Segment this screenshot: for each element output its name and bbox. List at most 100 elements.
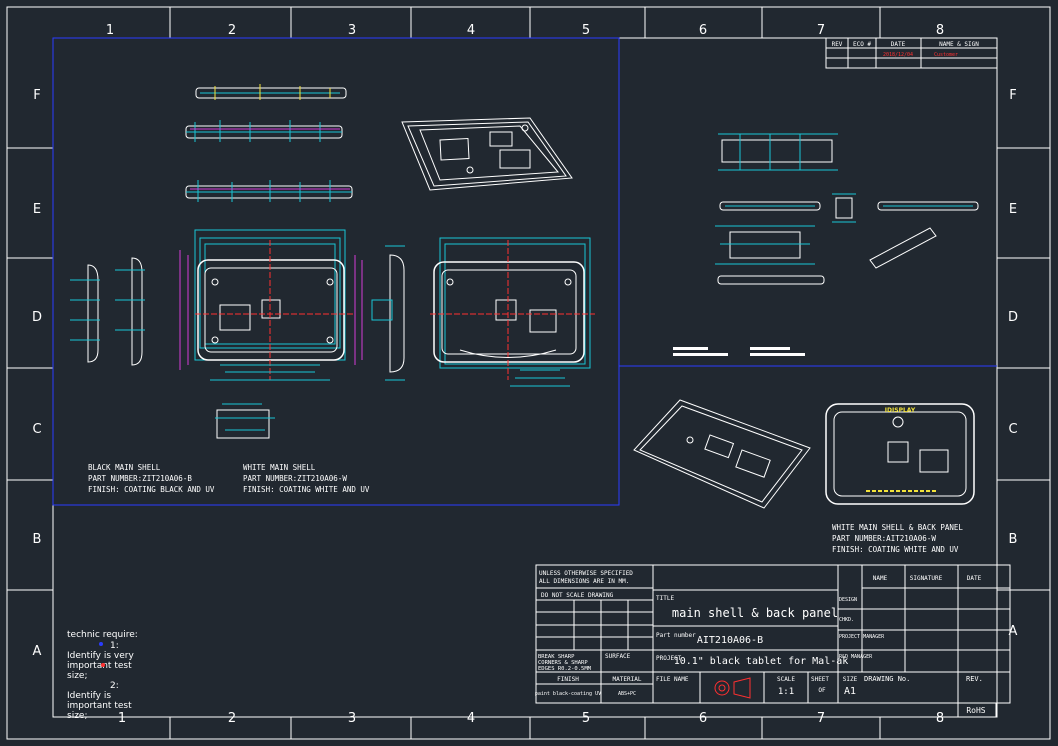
material-value: ABS+PC <box>618 691 636 697</box>
technic-item1-num: 1: <box>110 641 119 651</box>
front-view-main <box>179 229 363 381</box>
material-label: MATERIAL <box>613 676 642 683</box>
sign-row-design: DESIGN <box>839 597 857 603</box>
note-white-back-3: FINISH: COATING WHITE AND UV <box>832 545 959 554</box>
right-detail-edge-2 <box>719 201 821 211</box>
sign-row-rd: R&D MANAGER <box>839 654 873 660</box>
note-black-shell-3: FINISH: COATING BLACK AND UV <box>88 485 215 494</box>
marker-dot-red <box>101 663 105 667</box>
right-detail-rotated <box>869 227 937 269</box>
size-label: SIZE <box>843 676 858 683</box>
side-view-left-1 <box>70 264 100 363</box>
side-view-center <box>371 245 405 381</box>
sign-row-pm: PROJECT MANAGER <box>839 634 885 640</box>
right-blank-labels <box>673 347 805 356</box>
grid-col-bottom-1: 1 <box>118 711 126 726</box>
technic-item1-line2: important test <box>67 661 132 671</box>
tolerance-note-1: UNLESS OTHERWISE SPECIFIED <box>539 570 633 577</box>
outer-border <box>6 6 1051 740</box>
note-white-back-1: WHITE MAIN SHELL & BACK PANEL <box>832 523 963 532</box>
right-detail-small <box>832 193 856 223</box>
note-white-back: WHITE MAIN SHELL & BACK PANEL PART NUMBE… <box>832 523 963 554</box>
grid-row-right-E: E <box>1009 202 1017 217</box>
note-white-shell-2: PART NUMBER:ZIT210A06-W <box>243 474 347 483</box>
edge-view-top-1 <box>195 84 347 100</box>
side-view-left-2 <box>115 257 145 366</box>
grid-col-top-8: 8 <box>936 23 944 38</box>
revision-table: REV ECO # DATE NAME & SIGN 2018/12/04 Cu… <box>825 37 998 69</box>
do-not-scale: DO NOT SCALE DRAWING <box>541 592 614 599</box>
title-label: TITLE <box>656 595 674 602</box>
right-detail-edge-3 <box>877 201 979 211</box>
grid-row-left-E: E <box>33 202 41 217</box>
grid-col-bottom-6: 6 <box>699 711 707 726</box>
grid-row-left-B: B <box>33 532 42 547</box>
grid-row-right-D: D <box>1008 310 1018 325</box>
note-black-shell: BLACK MAIN SHELL PART NUMBER:ZIT210A06-B… <box>88 463 215 494</box>
technic-item2-line1: Identify is <box>67 691 111 701</box>
grid-col-bottom-7: 7 <box>817 711 825 726</box>
technic-item2-line2: important test <box>67 701 132 711</box>
project-value: 10.1" black tablet for Mal-ak <box>674 656 849 667</box>
grid-row-left-D: D <box>32 310 42 325</box>
grid-row-labels: F E D C B A F E D C B A <box>32 88 1018 659</box>
isometric-view-top <box>401 117 573 191</box>
grid-col-top-6: 6 <box>699 23 707 38</box>
back-view-main <box>430 237 595 387</box>
note-white-shell: WHITE MAIN SHELL PART NUMBER:ZIT210A06-W… <box>243 463 370 494</box>
grid-row-left-A: A <box>33 644 42 659</box>
title-value: main shell & back panel <box>672 606 838 620</box>
projection-symbol-icon <box>714 677 751 699</box>
grid-row-right-B: B <box>1009 532 1018 547</box>
detail-view-small <box>215 403 275 439</box>
rev-header-name: NAME & SIGN <box>939 41 979 48</box>
grid-col-top-1: 1 <box>106 23 114 38</box>
note-black-shell-1: BLACK MAIN SHELL <box>88 463 161 472</box>
part-label: Part number <box>656 632 696 639</box>
scale-value: 1:1 <box>778 687 794 697</box>
sign-header-date: DATE <box>967 575 982 582</box>
note-black-shell-2: PART NUMBER:ZIT210A06-B <box>88 474 192 483</box>
grid-row-right-F: F <box>1009 88 1016 103</box>
technic-item2-line3: size; <box>67 711 87 721</box>
grid-col-top-2: 2 <box>228 23 236 38</box>
marker-dot-blue <box>99 642 103 646</box>
rev-header-rev: REV <box>832 41 843 48</box>
file-label: FILE NAME <box>656 676 689 683</box>
scale-label: SCALE <box>777 676 795 683</box>
technic-requirements: technic require: 1: Identify is very imp… <box>67 630 138 721</box>
grid-col-bottom-3: 3 <box>348 711 356 726</box>
rev-header-eco: ECO # <box>853 41 871 48</box>
technic-item1-line3: size; <box>67 671 87 681</box>
title-block: UNLESS OTHERWISE SPECIFIED ALL DIMENSION… <box>535 564 1011 718</box>
grid-row-right-C: C <box>1008 422 1017 437</box>
edge-view-top-2 <box>185 120 343 142</box>
sign-header-signature: SIGNATURE <box>910 575 943 582</box>
grid-col-top-7: 7 <box>817 23 825 38</box>
rohs-label: RoHS <box>966 706 985 715</box>
tolerance-note-2: ALL DIMENSIONS ARE IN MM. <box>539 578 629 585</box>
grid-col-top-3: 3 <box>348 23 356 38</box>
finish-label: FINISH <box>557 676 579 683</box>
grid-ticks <box>7 7 1050 739</box>
back-panel-view: IDISPLAY <box>825 403 975 505</box>
finish-value: paint black-coating UV <box>535 691 601 697</box>
grid-col-top-5: 5 <box>582 23 590 38</box>
grid-col-bottom-4: 4 <box>467 711 475 726</box>
grid-row-left-F: F <box>33 88 40 103</box>
rev-row-date: 2018/12/04 <box>883 52 913 58</box>
sheet-label: SHEET <box>811 676 829 683</box>
brand-logo: IDISPLAY <box>885 407 916 414</box>
grid-row-left-C: C <box>32 422 41 437</box>
sheet-value: OF <box>818 687 826 694</box>
rev-row-name: Customer <box>934 52 958 58</box>
right-detail-center <box>715 225 815 265</box>
right-detail-edge-1 <box>718 133 838 171</box>
technic-item1-line1: Identify is very <box>67 651 134 661</box>
sign-row-chkd: CHKD. <box>839 617 854 623</box>
note-white-shell-1: WHITE MAIN SHELL <box>243 463 316 472</box>
grid-column-labels: 1 2 3 4 5 6 7 8 1 2 3 4 5 6 7 8 <box>106 23 944 726</box>
drawing-no-label: DRAWING No. <box>864 675 910 683</box>
right-detail-bottom <box>717 275 825 285</box>
grid-col-bottom-8: 8 <box>936 711 944 726</box>
